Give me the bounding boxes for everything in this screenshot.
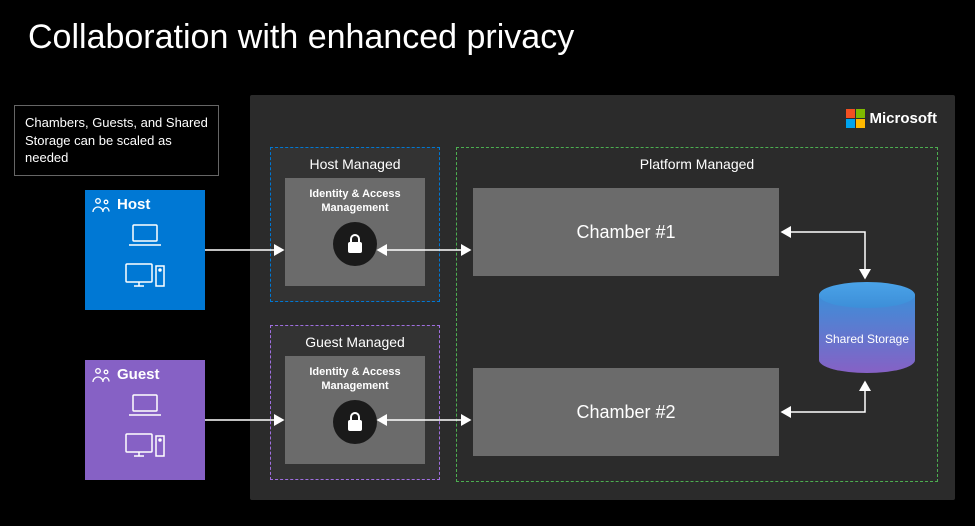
host-org-box: Host [85,190,205,310]
chamber-2: Chamber #2 [473,368,779,456]
slide-title: Collaboration with enhanced privacy [28,18,574,57]
host-managed-zone: Host Managed Identity & Access Managemen… [270,147,440,302]
shared-storage: Shared Storage [819,282,915,378]
storage-label: Shared Storage [825,332,909,346]
laptop-icon [125,391,165,424]
guest-label: Guest [117,366,195,383]
host-label: Host [117,196,195,213]
desktop-icon [122,430,168,465]
guest-org-box: Guest [85,360,205,480]
guest-managed-label: Guest Managed [271,326,439,356]
platform-managed-zone: Platform Managed Chamber #1 Chamber #2 S… [456,147,938,482]
host-managed-label: Host Managed [271,148,439,178]
lock-icon [333,400,377,444]
iam-label: Identity & Access Management [285,366,425,394]
desktop-icon [122,260,168,295]
iam-label: Identity & Access Management [285,188,425,216]
platform-managed-label: Platform Managed [457,148,937,178]
chamber-1: Chamber #1 [473,188,779,276]
iam-box-host: Identity & Access Management [285,178,425,286]
microsoft-logo: Microsoft [846,109,938,128]
laptop-icon [125,221,165,254]
scaling-note: Chambers, Guests, and Shared Storage can… [14,105,219,176]
iam-box-guest: Identity & Access Management [285,356,425,464]
people-icon [92,367,112,388]
lock-icon [333,222,377,266]
people-icon [92,197,112,218]
brand-text: Microsoft [870,110,938,127]
guest-managed-zone: Guest Managed Identity & Access Manageme… [270,325,440,480]
microsoft-squares-icon [846,109,865,128]
platform-panel: Microsoft Host Managed Identity & Access… [250,95,955,500]
